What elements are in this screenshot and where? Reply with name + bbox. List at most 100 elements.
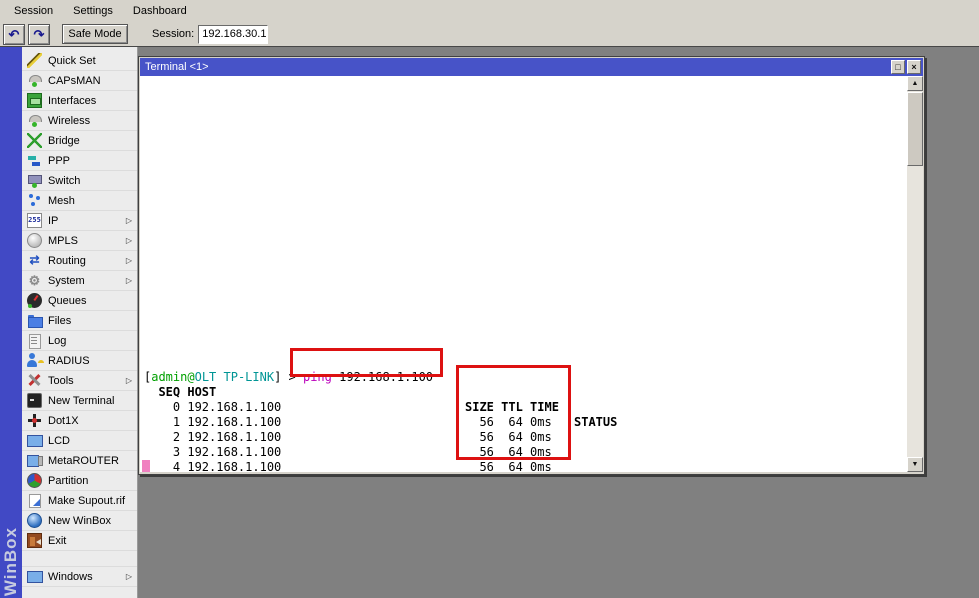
bridge-arrows-icon — [27, 133, 42, 148]
sidebar-item-wireless[interactable]: Wireless — [22, 111, 137, 131]
magic-wand-icon — [27, 53, 42, 68]
ping-row: 1 192.168.1.100 56 64 0ms — [140, 400, 907, 415]
menu-session[interactable]: Session — [6, 2, 61, 20]
terminal-content[interactable]: [admin@OLT TP-LINK] > ping 192.168.1.100… — [140, 76, 907, 472]
sidebar-item-radius[interactable]: RADIUS — [22, 351, 137, 371]
sidebar-item-partition[interactable]: Partition — [22, 471, 137, 491]
sidebar-item-label: CAPsMAN — [48, 75, 134, 87]
antenna-icon — [27, 113, 42, 128]
undo-button[interactable]: ↶ — [3, 24, 25, 45]
ping-row: 3 192.168.1.100 56 64 0ms — [140, 430, 907, 445]
sidebar-item-new-winbox[interactable]: New WinBox — [22, 511, 137, 531]
close-button[interactable]: × — [907, 60, 921, 74]
sidebar-item-switch[interactable]: Switch — [22, 171, 137, 191]
partition-pie-icon — [27, 473, 42, 488]
user-key-icon — [27, 353, 42, 368]
routing-arrows-icon: ⇄ — [27, 253, 42, 268]
sidebar-item-tools[interactable]: Tools ▷ — [22, 371, 137, 391]
sidebar-item-mesh[interactable]: Mesh — [22, 191, 137, 211]
maximize-icon: □ — [895, 62, 900, 72]
sidebar-item-label: Make Supout.rif — [48, 495, 134, 507]
lcd-screen-icon — [27, 433, 42, 448]
redo-button[interactable]: ↷ — [28, 24, 50, 45]
sidebar-item-label: New Terminal — [48, 395, 134, 407]
sidebar-item-label: Partition — [48, 475, 134, 487]
sidebar-item-label: Switch — [48, 175, 134, 187]
terminal-title: Terminal <1> — [145, 61, 209, 73]
sidebar-item-ip[interactable]: 255 IP ▷ — [22, 211, 137, 231]
safe-mode-button[interactable]: Safe Mode — [62, 24, 128, 44]
antenna-icon — [27, 73, 42, 88]
winbox-globe-icon — [27, 513, 42, 528]
sidebar-item-quick-set[interactable]: Quick Set — [22, 51, 137, 71]
sidebar-item-new-terminal[interactable]: New Terminal — [22, 391, 137, 411]
terminal-prompt-line: [admin@OLT TP-LINK] > ping 192.168.1.100 — [140, 355, 907, 370]
terminal-titlebar[interactable]: Terminal <1> □ × — [140, 58, 923, 76]
sidebar-item-system[interactable]: ⚙ System ▷ — [22, 271, 137, 291]
toolbar: ↶ ↷ Safe Mode Session: 192.168.30.1 — [0, 22, 979, 47]
sidebar-item-label: Files — [48, 315, 134, 327]
sidebar-item-exit[interactable]: Exit — [22, 531, 137, 551]
sidebar-item-label: Interfaces — [48, 95, 134, 107]
session-label: Session: — [152, 28, 194, 40]
scroll-down-button[interactable]: ▼ — [907, 457, 923, 472]
folder-icon — [27, 313, 42, 328]
sidebar-item-label: Windows — [48, 571, 120, 583]
ip-255-icon: 255 — [27, 213, 42, 228]
terminal-table-header: SEQ HOST SIZE TTL TIME STATUS — [140, 370, 907, 385]
sidebar-item-label: IP — [48, 215, 120, 227]
sidebar-item-label: Queues — [48, 295, 134, 307]
exit-door-icon — [27, 533, 42, 548]
terminal-icon — [27, 393, 42, 408]
submenu-arrow-icon: ▷ — [126, 256, 134, 265]
sidebar-item-bridge[interactable]: Bridge — [22, 131, 137, 151]
sidebar-item-label: Routing — [48, 255, 120, 267]
sidebar-item-mpls[interactable]: MPLS ▷ — [22, 231, 137, 251]
menu-dashboard[interactable]: Dashboard — [125, 2, 195, 20]
arrow-down-icon: ▼ — [912, 461, 919, 468]
sidebar-item-metarouter[interactable]: MetaROUTER — [22, 451, 137, 471]
terminal-scrollbar[interactable]: ▲ ▼ — [907, 76, 923, 472]
sidebar-item-label: PPP — [48, 155, 134, 167]
submenu-arrow-icon: ▷ — [126, 216, 134, 225]
sidebar-item-ppp[interactable]: PPP — [22, 151, 137, 171]
sidebar-item-files[interactable]: Files — [22, 311, 137, 331]
sidebar-item-label: MPLS — [48, 235, 120, 247]
session-field[interactable]: 192.168.30.1 — [198, 25, 268, 44]
menu-settings[interactable]: Settings — [65, 2, 121, 20]
tools-icon — [27, 373, 42, 388]
sidebar-item-log[interactable]: Log — [22, 331, 137, 351]
sidebar-item-capsman[interactable]: CAPsMAN — [22, 71, 137, 91]
row-seq-host: 4 192.168.1.100 — [144, 460, 281, 472]
scroll-up-button[interactable]: ▲ — [907, 76, 923, 91]
undo-icon: ↶ — [9, 28, 20, 41]
metarouter-icon — [27, 453, 42, 468]
ppp-bars-icon — [27, 153, 42, 168]
sidebar-item-windows[interactable]: Windows ▷ — [22, 567, 137, 587]
window-buttons: □ × — [891, 60, 923, 74]
winbox-logo-strip: WinBox — [0, 47, 22, 598]
maximize-button[interactable]: □ — [891, 60, 905, 74]
sidebar-item-lcd[interactable]: LCD — [22, 431, 137, 451]
sidebar-item-queues[interactable]: Queues — [22, 291, 137, 311]
submenu-arrow-icon: ▷ — [126, 236, 134, 245]
ping-row: 0 192.168.1.100 56 64 0ms — [140, 385, 907, 400]
network-card-icon — [27, 93, 42, 108]
gauge-icon — [27, 293, 42, 308]
sidebar-item-label: Tools — [48, 375, 120, 387]
supout-document-icon — [27, 493, 42, 508]
switch-icon — [27, 173, 42, 188]
sidebar-item-label: New WinBox — [48, 515, 134, 527]
sidebar-item-make-supout[interactable]: Make Supout.rif — [22, 491, 137, 511]
submenu-arrow-icon: ▷ — [126, 572, 134, 581]
globe-icon — [27, 233, 42, 248]
sidebar-item-label: System — [48, 275, 120, 287]
scrollbar-thumb[interactable] — [907, 92, 923, 166]
sidebar-item-dot1x[interactable]: Dot1X — [22, 411, 137, 431]
sidebar-item-label: Log — [48, 335, 134, 347]
submenu-arrow-icon: ▷ — [126, 376, 134, 385]
log-document-icon — [27, 333, 42, 348]
sidebar-item-interfaces[interactable]: Interfaces — [22, 91, 137, 111]
sidebar-item-label: Bridge — [48, 135, 134, 147]
sidebar-item-routing[interactable]: ⇄ Routing ▷ — [22, 251, 137, 271]
